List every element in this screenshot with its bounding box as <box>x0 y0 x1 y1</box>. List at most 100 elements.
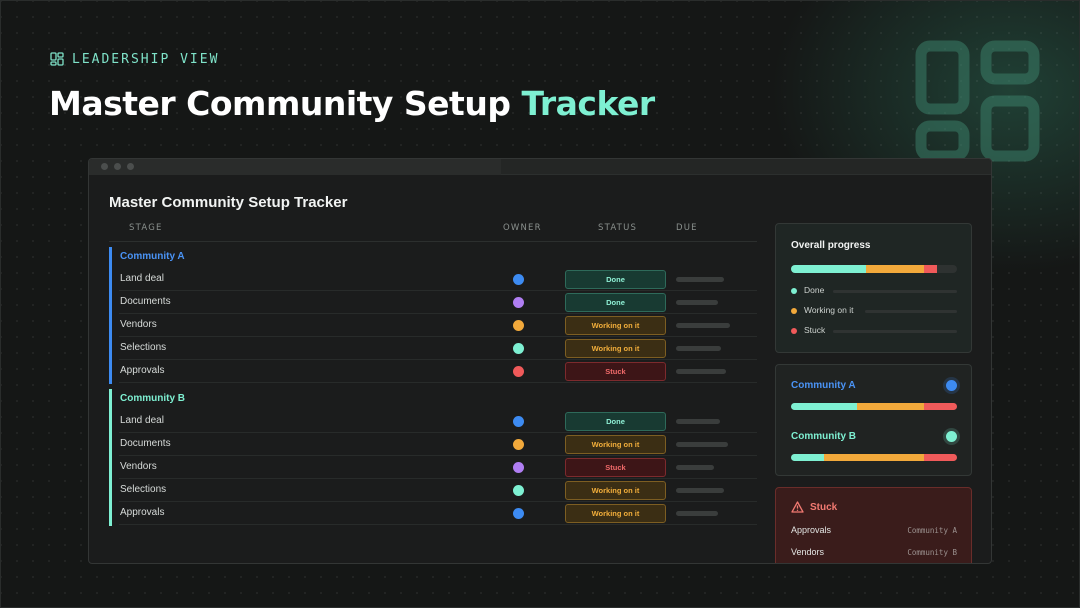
tracker-window: Master Community Setup Tracker STAGE OWN… <box>88 158 992 564</box>
table-row[interactable]: Selections Working on it <box>119 479 757 502</box>
legend-working: Working on it <box>791 305 957 317</box>
warning-icon <box>791 501 804 513</box>
group-title[interactable]: Community A <box>120 251 185 262</box>
stuck-item-community: Community B <box>907 548 957 557</box>
stuck-item-stage: Approvals <box>791 525 832 535</box>
status-badge[interactable]: Stuck <box>565 362 666 381</box>
table-row[interactable]: Documents Working on it <box>119 433 757 456</box>
overall-progress-bar <box>791 265 957 273</box>
due-date-placeholder[interactable] <box>676 277 724 282</box>
owner-avatar[interactable] <box>513 485 524 496</box>
overall-progress-panel: Overall progress Done Working on it Stuc… <box>775 223 972 353</box>
stuck-panel: Stuck Approvals Community A Vendors Comm… <box>775 487 972 563</box>
stage-label: Approvals <box>120 507 165 518</box>
due-date-placeholder[interactable] <box>676 300 718 305</box>
due-date-placeholder[interactable] <box>676 511 718 516</box>
owner-avatar[interactable] <box>513 297 524 308</box>
owner-avatar[interactable] <box>513 343 524 354</box>
group-title[interactable]: Community B <box>120 393 185 404</box>
legend-done: Done <box>791 285 957 297</box>
stage-label: Land deal <box>120 415 164 426</box>
eyebrow: LEADERSHIP VIEW <box>50 50 219 68</box>
table-row[interactable]: Land deal Done <box>119 410 757 433</box>
dashboard-icon <box>50 52 64 66</box>
stage-label: Vendors <box>120 461 157 472</box>
group-accent-bar <box>109 389 112 526</box>
status-badge[interactable]: Working on it <box>565 316 666 335</box>
community-progress-panel: Community A Community B <box>775 364 972 476</box>
page-title-accent: Tracker <box>521 84 655 123</box>
status-badge[interactable]: Done <box>565 270 666 289</box>
due-date-placeholder[interactable] <box>676 442 728 447</box>
owner-avatar[interactable] <box>513 320 524 331</box>
stuck-item[interactable]: Approvals Community A <box>791 525 957 537</box>
due-date-placeholder[interactable] <box>676 488 724 493</box>
stage-label: Documents <box>120 438 171 449</box>
working-segment <box>824 454 924 461</box>
stuck-segment <box>923 265 938 273</box>
status-badge[interactable]: Working on it <box>565 504 666 523</box>
window-dot-icon[interactable] <box>114 163 121 170</box>
due-date-placeholder[interactable] <box>676 465 714 470</box>
window-dot-icon[interactable] <box>101 163 108 170</box>
owner-avatar[interactable] <box>513 439 524 450</box>
table-row[interactable]: Documents Done <box>119 291 757 314</box>
table-row[interactable]: Vendors Stuck <box>119 456 757 479</box>
status-badge[interactable]: Done <box>565 412 666 431</box>
status-badge[interactable]: Working on it <box>565 435 666 454</box>
due-date-placeholder[interactable] <box>676 346 721 351</box>
done-segment <box>791 454 825 461</box>
due-date-placeholder[interactable] <box>676 323 730 328</box>
group-accent-bar <box>109 247 112 384</box>
due-date-placeholder[interactable] <box>676 419 720 424</box>
stuck-item[interactable]: Vendors Community B <box>791 547 957 559</box>
owner-avatar[interactable] <box>513 462 524 473</box>
working-dot-icon <box>791 308 797 314</box>
stage-label: Vendors <box>120 319 157 330</box>
dashboard-logo-icon <box>915 40 1040 162</box>
page-title: Master Community Setup Tracker <box>49 84 655 123</box>
status-badge[interactable]: Stuck <box>565 458 666 477</box>
community-a-progress-bar <box>791 403 957 410</box>
owner-avatar[interactable] <box>513 416 524 427</box>
column-header-due[interactable]: DUE <box>676 223 698 233</box>
table-row[interactable]: Vendors Working on it <box>119 314 757 337</box>
legend-line <box>833 290 957 293</box>
page-title-main: Master Community Setup <box>49 84 511 123</box>
stage-label: Selections <box>120 484 167 495</box>
table-row[interactable]: Approvals Stuck <box>119 360 757 383</box>
column-header-status[interactable]: STATUS <box>598 223 637 233</box>
legend-line <box>833 330 957 333</box>
community-group: Community A Land deal Done Documents Done Ven… <box>109 247 757 384</box>
window-title: Master Community Setup Tracker <box>109 194 348 211</box>
community-b-progress-bar <box>791 454 957 461</box>
table-row[interactable]: Approvals Working on it <box>119 502 757 525</box>
window-tab <box>89 159 501 175</box>
due-date-placeholder[interactable] <box>676 369 726 374</box>
owner-avatar[interactable] <box>513 366 524 377</box>
table-row[interactable]: Selections Working on it <box>119 337 757 360</box>
status-badge[interactable]: Working on it <box>565 481 666 500</box>
community-a-dot-icon <box>946 380 957 391</box>
done-segment <box>791 403 858 410</box>
legend-label: Working on it <box>804 305 854 315</box>
community-b-title[interactable]: Community B <box>791 431 856 442</box>
window-dot-icon[interactable] <box>127 163 134 170</box>
owner-avatar[interactable] <box>513 508 524 519</box>
column-header-owner[interactable]: OWNER <box>503 223 542 233</box>
window-titlebar <box>89 159 991 175</box>
stage-label: Land deal <box>120 273 164 284</box>
owner-avatar[interactable] <box>513 274 524 285</box>
community-a-title[interactable]: Community A <box>791 380 856 391</box>
status-badge[interactable]: Working on it <box>565 339 666 358</box>
status-badge[interactable]: Done <box>565 293 666 312</box>
column-header-stage[interactable]: STAGE <box>129 223 163 233</box>
stage-label: Documents <box>120 296 171 307</box>
working-segment <box>865 265 924 273</box>
stuck-segment <box>923 454 957 461</box>
table-row[interactable]: Land deal Done <box>119 268 757 291</box>
stuck-title: Stuck <box>810 502 838 513</box>
stage-label: Approvals <box>120 365 165 376</box>
stuck-item-stage: Vendors <box>791 547 825 557</box>
stuck-dot-icon <box>791 328 797 334</box>
